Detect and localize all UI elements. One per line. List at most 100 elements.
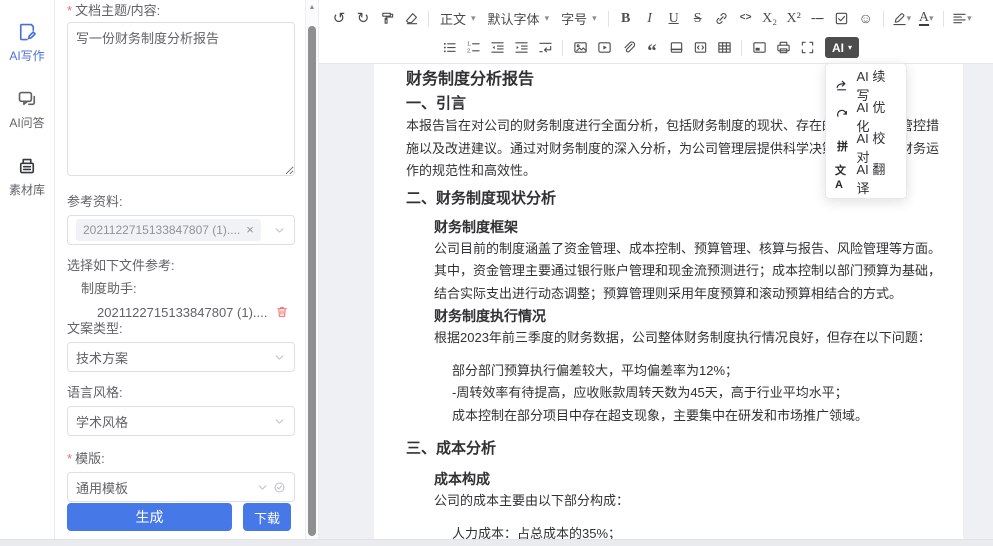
doc-heading: 三、成本分析: [406, 437, 933, 460]
library-icon: [17, 156, 37, 181]
ai-writing-panel: *文档主题/内容: 写一份财务制度分析报告 参考资料: 202112271513…: [55, 0, 305, 540]
caret-down-icon: ▾: [967, 14, 972, 23]
toolbar-separator: [428, 11, 429, 27]
file-row: 2021122715133847807 (1)....: [97, 303, 295, 321]
toolbar-separator: [608, 11, 609, 27]
doc-heading: 财务制度执行情况: [434, 305, 933, 327]
bold-button[interactable]: B: [615, 7, 637, 30]
app-window: AI写作 AI问答素材库 *文档主题/内容: 写一份财务制度分析报告 参考资料: …: [0, 0, 993, 546]
caret-down-icon: ▾: [545, 14, 550, 23]
caret-down-icon: ▾: [471, 14, 476, 23]
video-icon[interactable]: [593, 36, 615, 59]
proofread-icon: 拼: [835, 140, 850, 154]
caret-down-icon: ▾: [907, 14, 912, 23]
inline-code-icon[interactable]: <>: [735, 7, 757, 30]
table-icon[interactable]: [713, 36, 735, 59]
sidebar-item-ai-qa[interactable]: AI问答: [9, 89, 44, 130]
print-icon[interactable]: [772, 36, 794, 59]
write-icon: [17, 22, 37, 47]
subscript-button[interactable]: X₂: [759, 7, 781, 30]
qa-icon: [17, 89, 37, 114]
toolbar-separator: [562, 40, 563, 56]
paragraph-style-select[interactable]: 正文▾: [435, 7, 481, 30]
topic-label: *文档主题/内容:: [67, 4, 295, 18]
ai-dropdown-menu: AI 续写AI 优化拼AI 校对文AAI 翻译: [825, 63, 907, 199]
doc-paragraph: 根据2023年前三季度的财务数据，公司整体财务制度执行情况良好，但存在以下问题：: [434, 327, 933, 350]
toolbar-separator: [741, 40, 742, 56]
editor-toolbar: ↺↻正文▾默认字体▾字号▾BIUS<>X₂X²☺▾A▾▾ 1.2.“AI▾: [319, 0, 993, 64]
doc-paragraph: 公司的成本主要由以下部分构成：: [434, 490, 933, 513]
fullscreen-icon[interactable]: [796, 36, 818, 59]
strikethrough-button[interactable]: S: [687, 7, 709, 30]
font-color-button[interactable]: A▾: [915, 7, 937, 30]
task-list-icon[interactable]: [831, 7, 853, 30]
code-block-icon[interactable]: [689, 36, 711, 59]
line-break-icon[interactable]: [534, 36, 556, 59]
eraser-icon[interactable]: [400, 7, 422, 30]
chevron-down-icon: [256, 481, 269, 494]
toolbar-separator: [883, 11, 884, 27]
caret-down-icon: ▾: [929, 14, 934, 23]
format-painter-icon[interactable]: [376, 7, 398, 30]
italic-button[interactable]: I: [639, 7, 661, 30]
ai-translate-item[interactable]: 文AAI 翻译: [826, 162, 906, 193]
doc-paragraph: 部分部门预算执行偏差较大，平均偏差率为12%；-周转效率有待提高，应收账款周转天…: [452, 360, 933, 428]
sidebar-item-ai-writing[interactable]: AI写作: [9, 22, 44, 63]
scroll-up-icon[interactable]: ▲: [306, 4, 318, 11]
redo-icon[interactable]: ↻: [352, 7, 374, 30]
font-size-select[interactable]: 字号▾: [556, 7, 602, 30]
check-circle-icon: [273, 481, 286, 494]
toolbar-separator: [943, 11, 944, 27]
ai-menu-button[interactable]: AI▾: [825, 37, 859, 58]
doc-heading: 财务制度框架: [434, 216, 933, 238]
divider-icon[interactable]: [665, 36, 687, 59]
reference-select[interactable]: 2021122715133847807 (1).... ×: [67, 215, 295, 245]
emoji-icon[interactable]: ☺: [855, 7, 877, 30]
ai-continue-item[interactable]: AI 续写: [826, 69, 906, 100]
generate-button[interactable]: 生成: [67, 503, 232, 531]
panel-scrollbar[interactable]: ▲: [305, 0, 318, 540]
quote-icon[interactable]: “: [641, 36, 663, 59]
doc-type-select[interactable]: 技术方案: [67, 342, 295, 372]
sidebar-item-material-library[interactable]: 素材库: [9, 156, 45, 197]
embed-icon[interactable]: [748, 36, 770, 59]
attachment-icon[interactable]: [617, 36, 639, 59]
topic-textarea[interactable]: 写一份财务制度分析报告: [67, 22, 295, 176]
file-section-label: 选择如下文件参考:: [67, 258, 295, 274]
link-icon[interactable]: [711, 7, 733, 30]
align-icon[interactable]: ▾: [950, 7, 974, 30]
continue-icon: [835, 78, 850, 92]
superscript-button[interactable]: X²: [783, 7, 805, 30]
doc-heading: 成本构成: [434, 468, 933, 490]
indent-icon[interactable]: [510, 36, 532, 59]
chevron-down-icon: [273, 224, 286, 237]
reference-label: 参考资料:: [67, 194, 295, 210]
chevron-down-icon: [273, 351, 286, 364]
caret-down-icon: ▾: [592, 14, 597, 23]
translate-icon: 文A: [835, 164, 850, 192]
file-name: 2021122715133847807 (1)....: [97, 305, 275, 320]
font-family-select[interactable]: 默认字体▾: [483, 7, 555, 30]
style-select[interactable]: 学术风格: [67, 406, 295, 436]
ordered-list-icon[interactable]: 1.2.: [462, 36, 484, 59]
ai-proofread-item[interactable]: 拼AI 校对: [826, 131, 906, 162]
remove-reference-icon[interactable]: ×: [246, 224, 254, 236]
delete-file-icon[interactable]: [275, 305, 289, 319]
bullet-list-icon[interactable]: [438, 36, 460, 59]
ai-optimize-item[interactable]: AI 优化: [826, 100, 906, 131]
horizontal-rule-icon[interactable]: [807, 7, 829, 30]
svg-text:1.: 1.: [467, 42, 471, 48]
outdent-icon[interactable]: [486, 36, 508, 59]
highlight-color-icon[interactable]: ▾: [890, 7, 914, 30]
image-icon[interactable]: [569, 36, 591, 59]
reference-tag-text: 2021122715133847807 (1)....: [83, 223, 240, 237]
bottom-strip: [0, 539, 993, 546]
reference-tag: 2021122715133847807 (1).... ×: [76, 219, 261, 241]
chevron-down-icon: [273, 415, 286, 428]
optimize-icon: [835, 109, 850, 123]
download-button[interactable]: 下载: [243, 503, 291, 531]
template-select[interactable]: 通用模板: [67, 472, 295, 502]
undo-icon[interactable]: ↺: [328, 7, 350, 30]
scrollbar-thumb[interactable]: [308, 26, 316, 536]
underline-button[interactable]: U: [663, 7, 685, 30]
